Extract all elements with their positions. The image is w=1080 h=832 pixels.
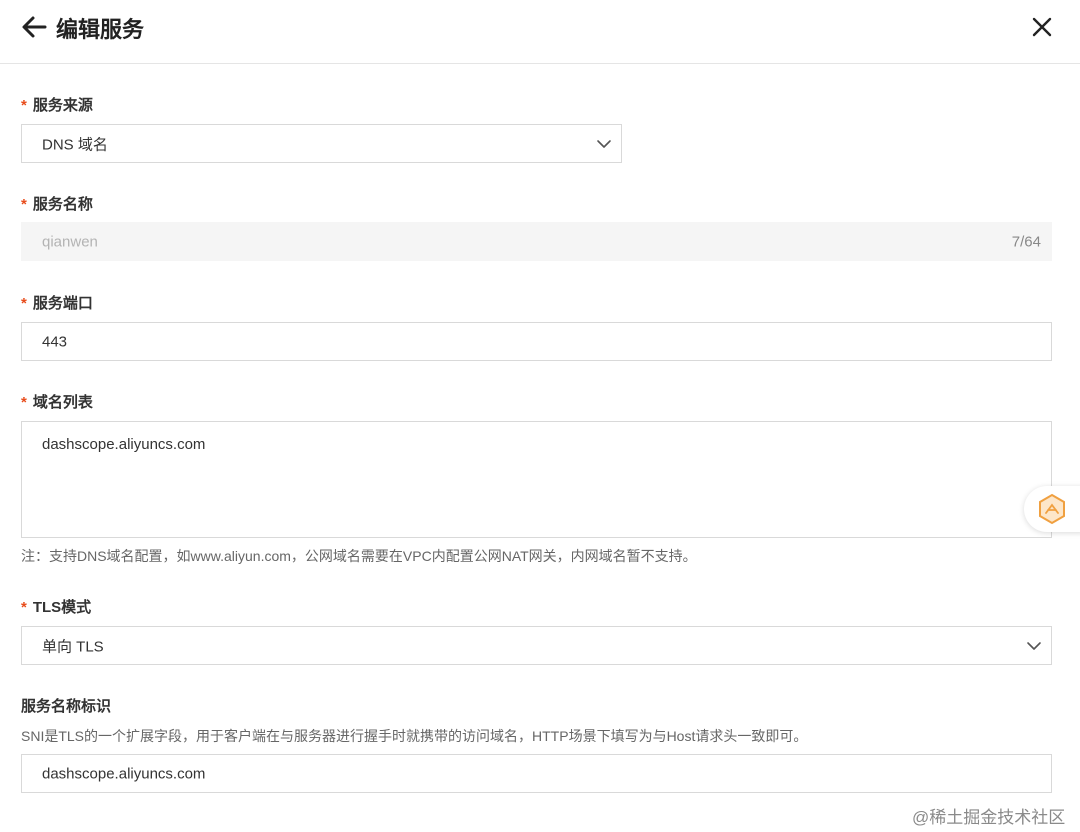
domain-list-textarea[interactable]: dashscope.aliyuncs.com	[21, 421, 1052, 538]
panel-header: 编辑服务	[0, 0, 1080, 64]
char-counter: 7/64	[1011, 233, 1041, 250]
sni-description: SNI是TLS的一个扩展字段，用于客户端在与服务器进行握手时就携带的访问域名，H…	[21, 728, 808, 744]
close-icon[interactable]	[1029, 14, 1055, 40]
service-port-label-text: 服务端口	[32, 295, 93, 312]
tls-mode-label: * TLS模式	[21, 596, 91, 617]
edit-service-panel: 编辑服务 * 服务来源 DNS 域名 * 服务名称 qianwen 7/64 * 服务…	[0, 0, 1080, 832]
domain-list-label: * 域名列表	[21, 391, 93, 412]
service-name-value: qianwen	[42, 233, 98, 250]
service-source-value: DNS 域名	[42, 136, 108, 153]
tls-mode-label-text: TLS模式	[32, 599, 92, 616]
service-port-label: * 服务端口	[21, 292, 93, 313]
chevron-down-icon	[1027, 641, 1041, 650]
sni-value: dashscope.aliyuncs.com	[42, 765, 206, 782]
service-name-label-text: 服务名称	[32, 196, 93, 213]
sni-label: 服务名称标识	[21, 698, 112, 715]
domain-list-note: 注：支持DNS域名配置，如www.aliyun.com，公网域名需要在VPC内配…	[21, 548, 697, 564]
watermark: @稀土掘金技术社区	[912, 808, 1066, 827]
sni-input[interactable]: dashscope.aliyuncs.com	[21, 754, 1052, 793]
service-source-label: * 服务来源	[21, 94, 93, 115]
required-mark: *	[21, 97, 27, 114]
service-source-select[interactable]: DNS 域名	[21, 124, 622, 163]
service-name-input: qianwen 7/64	[21, 222, 1052, 261]
chevron-down-icon	[597, 139, 611, 148]
service-port-value: 443	[42, 333, 68, 350]
tls-mode-value: 单向 TLS	[42, 638, 104, 655]
service-port-input[interactable]: 443	[21, 322, 1052, 361]
page-title: 编辑服务	[56, 17, 145, 42]
required-mark: *	[21, 295, 27, 312]
required-mark: *	[21, 196, 27, 213]
service-source-label-text: 服务来源	[32, 97, 93, 114]
arrow-left-icon[interactable]	[20, 13, 48, 41]
service-name-label: * 服务名称	[21, 193, 93, 214]
required-mark: *	[21, 394, 27, 411]
assistant-icon	[1039, 493, 1065, 525]
assistant-widget[interactable]	[1024, 486, 1080, 532]
domain-list-value: dashscope.aliyuncs.com	[42, 436, 206, 453]
domain-list-label-text: 域名列表	[32, 394, 93, 411]
required-mark: *	[21, 599, 27, 616]
tls-mode-select[interactable]: 单向 TLS	[21, 626, 1052, 665]
